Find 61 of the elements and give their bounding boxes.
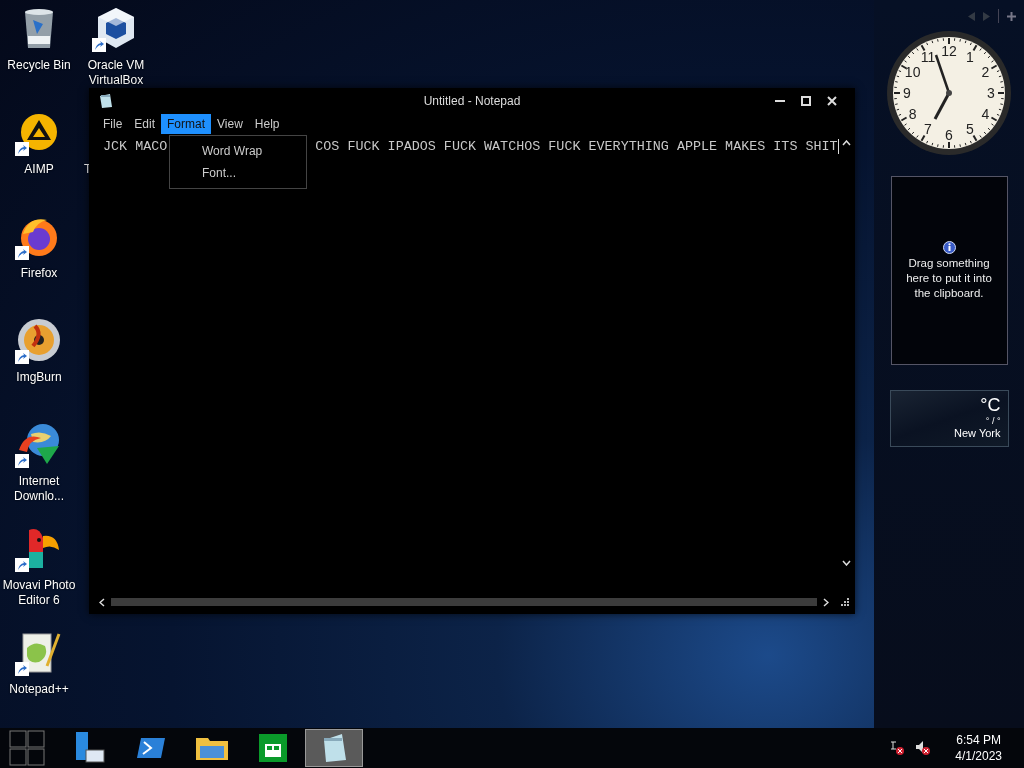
icon-label: Movavi Photo Editor 6 <box>1 578 77 608</box>
scrollbar-thumb[interactable] <box>111 598 817 606</box>
close-icon[interactable] <box>827 96 837 106</box>
shortcut-arrow-icon <box>15 142 29 156</box>
scroll-up-icon[interactable] <box>842 140 852 146</box>
shortcut-arrow-icon <box>92 38 106 52</box>
shortcut-arrow-icon <box>15 454 29 468</box>
network-error-icon[interactable] <box>889 740 906 756</box>
menu-item[interactable]: Format <box>161 114 212 134</box>
dropdown-item[interactable]: Word Wrap <box>202 144 263 158</box>
resize-grip-icon[interactable] <box>841 598 849 606</box>
icon-label: AIMP <box>24 162 54 177</box>
city-name: New York <box>954 426 1001 441</box>
icon-label: Notepad++ <box>9 682 69 697</box>
add-icon[interactable] <box>1007 11 1016 21</box>
menu-item[interactable]: Help <box>248 114 286 134</box>
clock-numeral: 5 <box>966 121 974 138</box>
clock-numeral: 4 <box>981 106 990 122</box>
icon-label: Recycle Bin <box>7 58 71 73</box>
clock-numeral: 1 <box>966 48 974 65</box>
clock-time[interactable]: 6:54 PM <box>956 732 1001 748</box>
icon-label: Oracle VM VirtualBox <box>86 58 146 88</box>
clock-numeral: 7 <box>924 121 932 138</box>
clock-numeral: 9 <box>903 85 911 101</box>
scroll-right-icon[interactable] <box>823 597 829 607</box>
menu-item[interactable]: File <box>97 114 129 134</box>
scroll-left-icon[interactable] <box>99 597 105 607</box>
shortcut-arrow-icon <box>15 350 29 364</box>
info-icon <box>942 240 956 254</box>
icon-label: Internet Downlo... <box>13 474 65 504</box>
clipboard-message: Drag something here to put it into the clipboard. <box>905 255 993 301</box>
editor-text: COS FUCK IPADOS FUCK WATCHOS FUCK EVERYTHING APPLE MAKES ITS SHIT <box>315 139 838 156</box>
clock-numeral: 6 <box>945 127 953 143</box>
temperature: °C <box>980 394 1001 416</box>
clock-hands <box>933 54 952 120</box>
temperature-range: ° / ° <box>985 416 1001 426</box>
clock-numeral: 12 <box>941 43 957 59</box>
speaker-muted-icon[interactable] <box>915 740 932 756</box>
icon-label: Firefox <box>20 266 58 281</box>
maximize-icon[interactable] <box>801 96 811 106</box>
editor-text: JCK MACO <box>103 139 168 156</box>
window-title: Untitled - Notepad <box>423 94 521 108</box>
menu-item[interactable]: View <box>211 114 249 134</box>
start-icon[interactable] <box>9 730 45 766</box>
clock-numeral: 10 <box>904 64 921 80</box>
disc-icon <box>15 316 63 364</box>
icon-label: ImgBurn <box>16 370 62 385</box>
clock-numeral: 8 <box>908 106 917 122</box>
clock-numeral: 2 <box>981 64 990 80</box>
shortcut-arrow-icon <box>15 558 29 572</box>
shortcut-arrow-icon <box>15 662 29 676</box>
desktop-icon[interactable] <box>15 316 63 364</box>
clock-date[interactable]: 4/1/2023 <box>955 748 1002 764</box>
clock-numeral: 11 <box>920 48 936 65</box>
text-cursor <box>837 139 839 154</box>
clock-numeral: 3 <box>987 85 995 101</box>
scroll-down-icon[interactable] <box>842 560 852 566</box>
dropdown-item[interactable]: Font... <box>202 166 236 180</box>
shortcut-arrow-icon <box>15 246 29 260</box>
menu-item[interactable]: Edit <box>128 114 162 134</box>
notepad-icon <box>98 93 114 109</box>
